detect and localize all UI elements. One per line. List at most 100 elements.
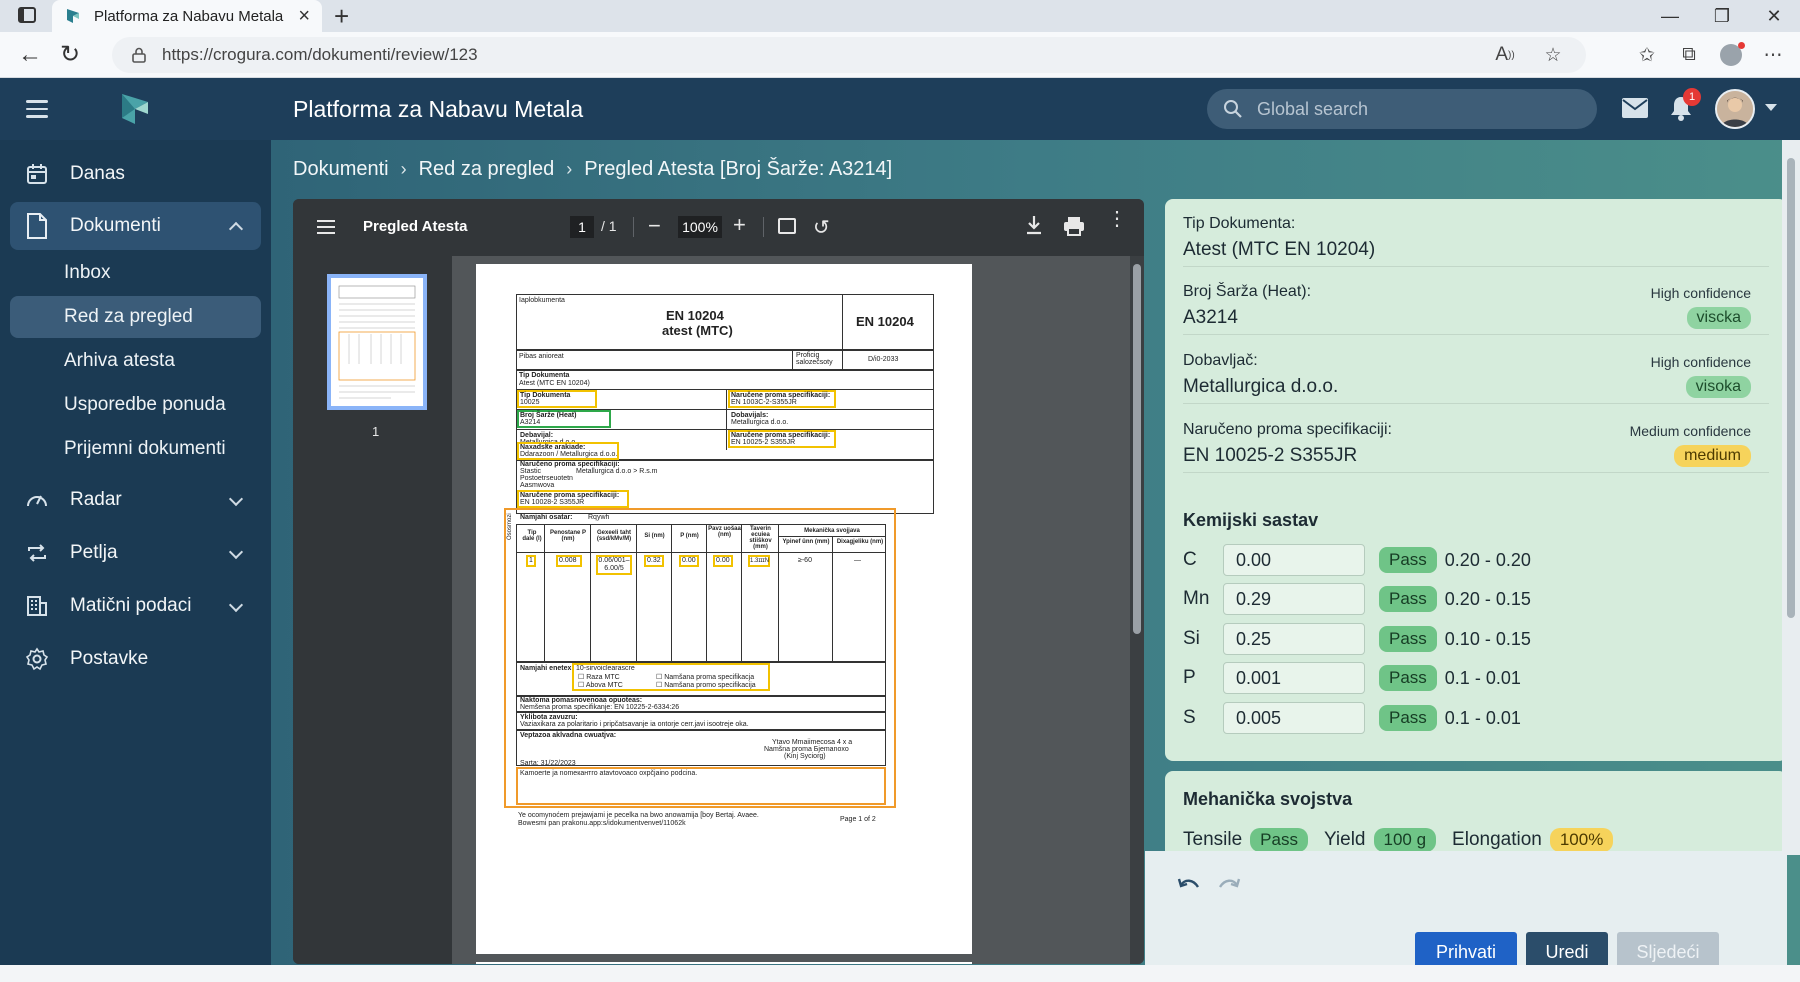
chem-row-p: P Pass 0.1 - 0.01 [1183,662,1743,694]
pdf-scrollbar[interactable] [1130,256,1144,964]
status-badge: Pass [1379,626,1437,652]
reload-icon[interactable]: ↻ [60,40,80,70]
pdf-menu-icon[interactable] [317,220,335,238]
read-aloud-icon[interactable]: A)) [1488,38,1522,72]
doc-text: 0.32 [647,557,661,564]
field-value[interactable]: A3214 [1183,307,1769,329]
chem-row-c: C Pass 0.20 - 0.20 [1183,544,1743,576]
confidence-badge: viscka [1686,307,1751,329]
field-label: Tip Dokumenta: [1183,215,1296,232]
mech-tensile-label: Tensile [1183,829,1243,850]
chem-range: 0.20 - 0.20 [1444,549,1531,570]
url-field[interactable]: https://crogura.com/dokumenti/review/123 [112,37,1586,73]
sidebar-subitem-prijemni-dokumenti[interactable]: Prijemni dokumenti [10,428,261,470]
more-vertical-icon[interactable]: ⋮ [1107,209,1127,229]
pdf-viewer: Pregled Atesta 1 / 1 − 100% + ↺ ⋮ 1 Iapl… [293,199,1144,964]
sidebar-item-postavke[interactable]: Postavke [10,635,261,683]
doc-text: Taverin ecuiea stiiŝkov (mm) [749,526,772,550]
chem-value-input[interactable] [1223,623,1365,655]
menu-icon[interactable] [26,100,48,118]
chem-value-input[interactable] [1223,544,1365,576]
chem-value-input[interactable] [1223,702,1365,734]
chem-range: 0.1 - 0.01 [1444,707,1521,728]
lock-icon [132,47,146,63]
doc-text: Namjahi enetex: [520,665,574,672]
pdf-page: Iaplobkumenta EN 10204 atest (MTC) EN 10… [476,264,972,954]
chem-value-input[interactable] [1223,662,1365,694]
mech-yield-label: Yield [1323,829,1366,850]
fit-page-icon[interactable] [778,218,796,234]
sidebar-item-dokumenti[interactable]: Dokumenti [10,202,261,250]
search-input[interactable] [1257,98,1557,120]
thumbnail-page-number: 1 [372,424,380,439]
checkbox-label: Namšana proma specifikacja [664,674,755,681]
sidebar-item-danas[interactable]: Danas [10,150,261,198]
sidebar-item-label: Petlja [70,542,118,563]
print-icon[interactable] [1063,216,1085,236]
sidebar-item-maticni-podaci[interactable]: Matični podaci [10,582,261,630]
field-value[interactable]: Atest (MTC EN 10204) [1183,239,1769,261]
sidebar-subitem-usporedbe-ponuda[interactable]: Usporedbe ponuda [10,384,261,426]
checkbox-abova: ☐ Abova MTC [578,682,623,689]
restore-icon[interactable]: ❐ [1696,0,1748,32]
chevron-down-icon [228,491,244,507]
gear-icon [24,646,50,672]
doc-text: Metallurgica d.o.o. [731,419,789,426]
checkbox-raza: ☐ Raza MTC [578,674,620,681]
doc-text: 1 [529,557,533,564]
pdf-toolbar: Pregled Atesta 1 / 1 − 100% + ↺ ⋮ [293,199,1144,256]
minimize-icon[interactable]: — [1644,0,1696,32]
page-thumbnail[interactable] [327,274,427,410]
mech-elongation-badge: 100% [1549,828,1614,851]
download-icon[interactable] [1024,214,1044,236]
address-bar: ← ↻ https://crogura.com/dokumenti/review… [0,32,1800,78]
pdf-canvas: Iaplobkumenta EN 10204 atest (MTC) EN 10… [452,256,1144,964]
breadcrumb-item-red-za-pregled[interactable]: Red za pregled [419,158,555,181]
sidebar-subitem-red-za-pregled[interactable]: Red za pregled [10,296,261,338]
breadcrumb-item-current: Pregled Atesta [Broj Šarže: A3214] [584,158,893,180]
pdf-scrollbar-thumb[interactable] [1133,264,1141,634]
sidebar-item-petlja[interactable]: Petlja [10,529,261,577]
back-icon[interactable]: ← [18,40,42,70]
browser-toolbar: ✩ ⧉ ⋯ [1630,38,1790,72]
sidebar-subitem-inbox[interactable]: Inbox [10,252,261,294]
more-icon[interactable]: ⋯ [1756,38,1790,72]
sidebar: Danas Dokumenti Inbox Red za pregled Arh… [0,140,270,982]
doc-text: Penostane P (nm) [549,530,586,542]
main-scrollbar[interactable] [1782,140,1800,855]
close-window-icon[interactable]: ✕ [1748,0,1800,32]
redo-icon[interactable] [1217,877,1241,893]
undo-icon[interactable] [1177,877,1201,893]
avatar[interactable] [1715,89,1755,129]
pdf-page-input[interactable]: 1 [570,216,594,238]
doc-text: A3214 [520,419,541,426]
collections-icon[interactable]: ⧉ [1672,38,1706,72]
notifications-button[interactable]: 1 [1669,88,1701,122]
pdf-thumbnails: 1 [293,256,452,964]
main-scrollbar-thumb[interactable] [1787,158,1795,618]
chevron-right-icon: › [566,159,573,179]
profile-icon[interactable] [1714,38,1748,72]
doc-text: Metallurgica d.o.o > R.s.m [576,468,658,475]
breadcrumb-item-dokumenti[interactable]: Dokumenti [293,158,389,181]
tab-close-icon[interactable]: × [298,6,310,26]
account-chevron-down-icon[interactable] [1765,104,1777,111]
sidebar-subitem-arhiva-atesta[interactable]: Arhiva atesta [10,340,261,382]
checkbox-label: Raza MTC [586,674,620,681]
zoom-out-icon[interactable]: − [648,213,661,239]
field-broj-sarze: Broj Šarža (Heat): A3214 High confidence… [1183,283,1769,335]
chem-value-input[interactable] [1223,583,1365,615]
sidebar-item-radar[interactable]: Radar [10,476,261,524]
tab-actions-icon[interactable] [18,7,36,23]
rotate-icon[interactable]: ↺ [813,215,830,240]
favorite-add-icon[interactable]: ☆ [1536,38,1570,72]
mail-icon[interactable] [1622,98,1648,118]
field-value[interactable]: Metallurgica d.o.o. [1183,376,1769,398]
pdf-zoom-input[interactable]: 100% [678,216,722,238]
confidence-badge: visoka [1685,376,1751,398]
favorites-icon[interactable]: ✩ [1630,38,1664,72]
chem-section-title: Kemijski sastav [1183,510,1319,530]
new-tab-icon[interactable]: + [334,2,349,30]
browser-tab[interactable]: Platforma za Nabavu Metala × [52,0,322,32]
zoom-in-icon[interactable]: + [733,212,746,238]
